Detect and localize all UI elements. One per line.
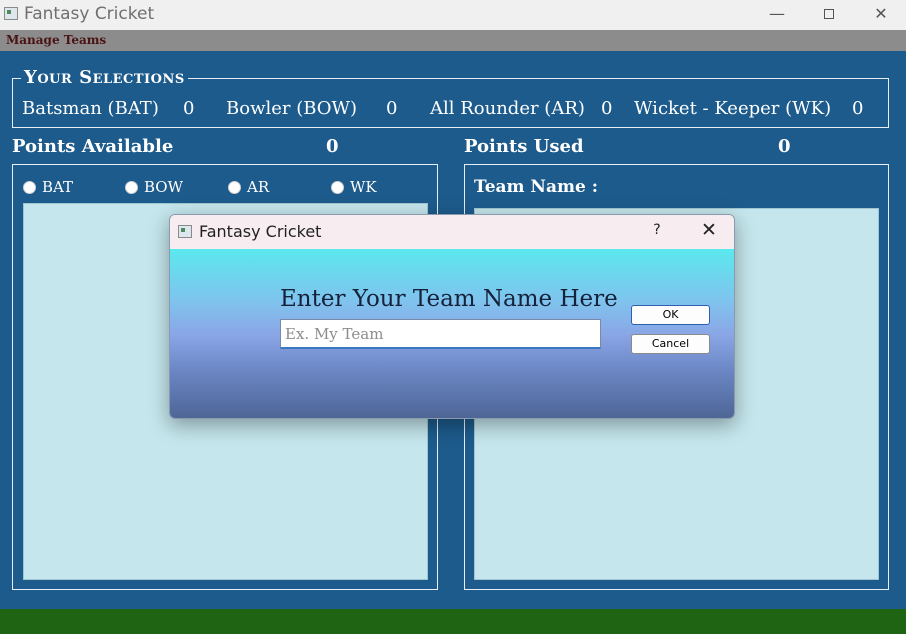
radio-bat-label: BAT	[42, 178, 74, 196]
points-used-label: Points Used	[464, 136, 584, 157]
menu-manage-teams[interactable]: Manage Teams	[6, 33, 106, 47]
app-icon	[4, 7, 18, 20]
radio-circle-icon	[228, 180, 241, 194]
allrounder-label: All Rounder (AR)	[430, 98, 585, 119]
allrounder-count: 0	[601, 98, 613, 119]
batsman-label: Batsman (BAT)	[22, 98, 159, 119]
batsman-count: 0	[183, 98, 195, 119]
radio-bat[interactable]: BAT	[23, 178, 73, 196]
help-button[interactable]: ?	[644, 222, 670, 238]
team-name-label: Team Name :	[474, 177, 598, 197]
maximize-icon	[824, 9, 834, 19]
dialog-prompt: Enter Your Team Name Here	[280, 286, 618, 312]
dialog-title-bar: Fantasy Cricket ? ✕	[170, 215, 734, 249]
points-available-value: 0	[326, 136, 339, 157]
maximize-button[interactable]	[803, 0, 855, 30]
radio-circle-icon	[23, 180, 36, 194]
wicketkeeper-count: 0	[852, 98, 864, 119]
team-name-dialog: Fantasy Cricket ? ✕ Enter Your Team Name…	[169, 214, 735, 419]
dialog-title: Fantasy Cricket	[199, 222, 322, 241]
points-available-label: Points Available	[12, 136, 174, 157]
menu-bar: Manage Teams	[0, 30, 906, 51]
minimize-button[interactable]: —	[751, 0, 803, 30]
window-title-bar: Fantasy Cricket — ✕	[0, 0, 906, 30]
selections-legend: Your Selections	[21, 67, 188, 88]
bowler-label: Bowler (BOW)	[226, 98, 358, 119]
selections-group: Your Selections Batsman (BAT) 0 Bowler (…	[12, 67, 889, 128]
radio-ar-label: AR	[247, 178, 270, 196]
team-name-input[interactable]	[280, 319, 601, 349]
dialog-body: Enter Your Team Name Here OK Cancel	[170, 249, 734, 418]
radio-circle-icon	[125, 180, 138, 194]
radio-wk-label: WK	[350, 178, 377, 196]
close-window-button[interactable]: ✕	[855, 0, 906, 30]
radio-bow[interactable]: BOW	[125, 178, 183, 196]
radio-bow-label: BOW	[144, 178, 184, 196]
wicketkeeper-label: Wicket - Keeper (WK)	[634, 98, 832, 119]
status-bar	[0, 609, 906, 634]
cancel-button[interactable]: Cancel	[631, 334, 710, 354]
bowler-count: 0	[386, 98, 398, 119]
radio-ar[interactable]: AR	[228, 178, 269, 196]
radio-circle-icon	[331, 180, 344, 194]
window-title: Fantasy Cricket	[24, 4, 155, 24]
points-used-value: 0	[778, 136, 791, 157]
dialog-close-button[interactable]: ✕	[694, 219, 724, 241]
ok-button[interactable]: OK	[631, 305, 710, 325]
app-icon	[178, 225, 192, 238]
radio-wk[interactable]: WK	[331, 178, 377, 196]
